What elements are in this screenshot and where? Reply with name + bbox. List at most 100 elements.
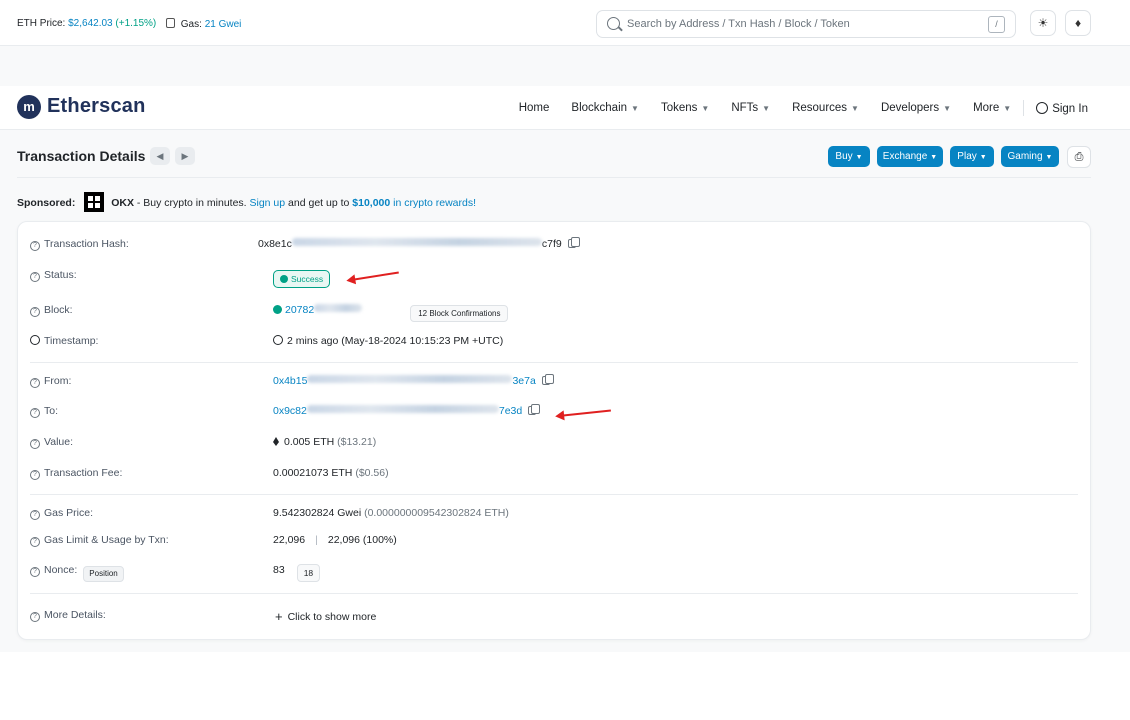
- chevron-down-icon: ▼: [762, 104, 771, 113]
- chevron-down-icon: ▼: [1003, 104, 1012, 113]
- fee-eth: 0.00021073 ETH: [273, 467, 353, 479]
- from-address-start[interactable]: 0x4b15: [273, 375, 307, 387]
- help-icon[interactable]: ?: [30, 378, 40, 388]
- plus-icon: +: [275, 609, 283, 624]
- help-icon[interactable]: ?: [30, 439, 40, 449]
- sponsored-text: - Buy crypto in minutes.: [133, 197, 250, 209]
- nav-item-tokens[interactable]: Tokens ▼: [661, 102, 709, 114]
- position-number-badge: 18: [296, 564, 321, 582]
- exchange-button[interactable]: Exchange ▼: [877, 146, 943, 167]
- theme-toggle-button[interactable]: ☀: [1030, 10, 1056, 36]
- show-more-link[interactable]: + Click to show more: [275, 609, 376, 624]
- user-icon: [1036, 101, 1049, 114]
- nonce-number: 83: [273, 564, 285, 576]
- help-icon[interactable]: ?: [30, 470, 40, 480]
- help-icon[interactable]: ?: [30, 241, 40, 251]
- status-label: Status:: [44, 269, 77, 281]
- gas-label: Gas:: [180, 19, 202, 30]
- value-label: Value:: [44, 436, 73, 448]
- nav-item-nfts[interactable]: NFTs ▼: [731, 102, 770, 114]
- to-address-end[interactable]: 7e3d: [499, 405, 522, 417]
- search-input[interactable]: Search by Address / Txn Hash / Block / T…: [596, 10, 1016, 38]
- sponsored-reward-link[interactable]: in crypto rewards!: [390, 197, 476, 209]
- help-icon[interactable]: ?: [30, 408, 40, 418]
- gas-pump-icon: [166, 18, 175, 28]
- nav-item-label: Home: [518, 102, 550, 114]
- block-value: 20782 12 Block Confirmations: [273, 304, 509, 322]
- gas-price-label: Gas Price:: [44, 507, 94, 519]
- nav-item-blockchain[interactable]: Blockchain ▼: [571, 102, 639, 114]
- copy-icon[interactable]: [567, 237, 580, 248]
- show-more-text: Click to show more: [287, 611, 377, 623]
- value-amount: 0.005 ETH ($13.21): [273, 436, 376, 448]
- timestamp-value: 2 mins ago (May-18-2024 10:15:23 PM +UTC…: [273, 335, 503, 347]
- gas-value[interactable]: 21 Gwei: [205, 19, 242, 30]
- ethereum-icon: [273, 437, 279, 446]
- nav-item-label: More: [973, 102, 1000, 114]
- sponsored-reward-amount[interactable]: $10,000: [352, 197, 390, 209]
- block-confirmations-badge: 12 Block Confirmations: [410, 305, 509, 322]
- etherscan-logo-icon[interactable]: m: [17, 95, 41, 119]
- nav-item-label: Blockchain: [571, 102, 628, 114]
- gaming-button[interactable]: Gaming ▼: [1001, 146, 1059, 167]
- search-placeholder: Search by Address / Txn Hash / Block / T…: [627, 18, 850, 30]
- gas-limit: 22,096: [273, 534, 306, 546]
- okx-logo-icon[interactable]: [84, 192, 105, 212]
- sign-in-label: Sign In: [1052, 102, 1088, 115]
- row-from: ? From: 0x4b15 3e7a: [18, 373, 1090, 393]
- sponsored-signup-link[interactable]: Sign up: [250, 197, 286, 209]
- network-button[interactable]: ♦: [1065, 10, 1091, 36]
- buy-label: Buy: [835, 151, 853, 162]
- row-status: ? Status: Success: [18, 267, 1090, 288]
- redacted-blur: [314, 304, 363, 312]
- copy-icon[interactable]: [528, 404, 541, 415]
- eth-price-label: ETH Price:: [17, 18, 66, 29]
- block-number-link[interactable]: 20782: [285, 304, 314, 316]
- eth-price-value[interactable]: $2,642.03: [68, 18, 113, 29]
- to-address-start[interactable]: 0x9c82: [273, 405, 307, 417]
- play-button[interactable]: Play ▼: [950, 146, 994, 167]
- help-icon[interactable]: ?: [30, 612, 40, 622]
- clock-icon: [273, 335, 283, 345]
- help-icon[interactable]: ?: [30, 537, 40, 547]
- brand-name[interactable]: Etherscan: [47, 95, 146, 118]
- gas-limit-value: 22,096 | 22,096 (100%): [273, 534, 397, 546]
- top-bar: ETH Price: $2,642.03 (+1.15%) Gas: 21 Gw…: [0, 0, 1130, 46]
- search-icon: [607, 17, 620, 30]
- nav-item-more[interactable]: More ▼: [973, 102, 1011, 114]
- printer-icon: ⎙: [1074, 151, 1084, 163]
- redacted-blur: [307, 375, 513, 383]
- nav-item-resources[interactable]: Resources ▼: [792, 102, 859, 114]
- chevron-down-icon: ▼: [943, 104, 952, 113]
- from-address-end[interactable]: 3e7a: [512, 375, 535, 387]
- sponsored-banner: Sponsored: OKX - Buy crypto in minutes. …: [17, 192, 476, 212]
- fee-label: Transaction Fee:: [44, 467, 123, 479]
- row-gas-price: ? Gas Price: 9.542302824 Gwei (0.00000000…: [18, 505, 1090, 525]
- main-navbar: m Etherscan Home Blockchain ▼ Tokens ▼ NFT…: [0, 86, 1130, 130]
- status-badge-text: Success: [291, 274, 324, 284]
- tx-hash-end: c7f9: [541, 238, 562, 250]
- prev-transaction-button[interactable]: ◀: [150, 147, 170, 165]
- nav-item-label: Tokens: [660, 102, 698, 114]
- nav-item-developers[interactable]: Developers ▼: [881, 102, 951, 114]
- help-icon[interactable]: ?: [30, 307, 40, 317]
- fee-value: 0.00021073 ETH ($0.56): [273, 467, 389, 479]
- row-block: ? Block: 20782 12 Block Confirmations: [18, 302, 1090, 322]
- help-icon[interactable]: ?: [30, 510, 40, 520]
- print-button[interactable]: ⎙: [1067, 146, 1091, 168]
- buy-button[interactable]: Buy ▼: [828, 146, 870, 167]
- chevron-down-icon: ▼: [855, 154, 863, 161]
- chevron-down-icon: ▼: [1045, 154, 1053, 161]
- from-label: From:: [44, 375, 72, 387]
- sign-in-link[interactable]: Sign In: [1036, 101, 1088, 115]
- help-icon[interactable]: ?: [30, 272, 40, 282]
- copy-icon[interactable]: [541, 374, 554, 385]
- next-transaction-button[interactable]: ▶: [175, 147, 195, 165]
- sponsored-label: Sponsored:: [17, 197, 76, 209]
- gas-tracker[interactable]: Gas: 21 Gwei: [166, 18, 241, 30]
- tx-hash-value: 0x8e1c c7f9: [258, 237, 580, 250]
- help-icon[interactable]: ?: [30, 567, 40, 577]
- nav-item-home[interactable]: Home: [519, 102, 550, 114]
- gas-price-value: 9.542302824 Gwei (0.000000009542302824 E…: [273, 507, 509, 519]
- check-circle-icon: [273, 305, 282, 314]
